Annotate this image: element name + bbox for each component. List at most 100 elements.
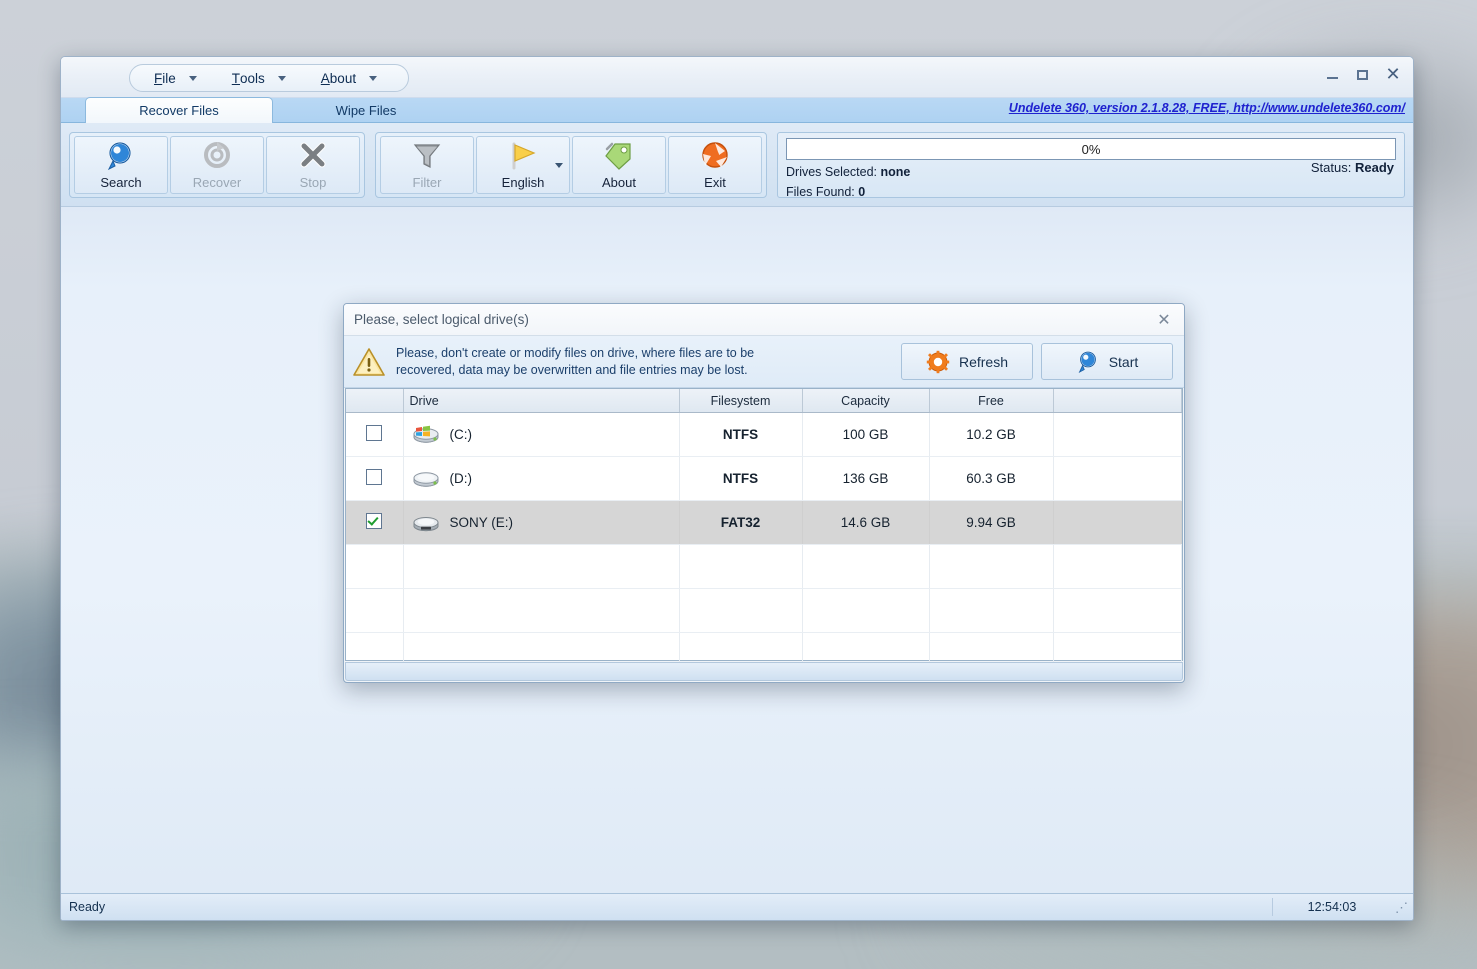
tab-bar: Recover Files Wipe Files Undelete 360, v…: [61, 97, 1413, 123]
column-header-extra[interactable]: [1053, 389, 1182, 413]
tab-wipe-files[interactable]: Wipe Files: [273, 98, 459, 122]
empty-cell: [929, 544, 1054, 589]
windows-drive-icon: [412, 421, 440, 448]
filter-button[interactable]: Filter: [380, 136, 474, 194]
column-header-select[interactable]: [346, 389, 404, 413]
status-bar-time: 12:54:03: [1307, 900, 1357, 914]
toolbar: Search Recover Stop Filter English About…: [61, 123, 1413, 208]
menu-file-chevron-down-icon[interactable]: [182, 67, 204, 89]
menu-file-accel: F: [154, 70, 163, 86]
table-row-empty[interactable]: [346, 588, 1182, 633]
files-found-label: Files Found:: [786, 185, 855, 199]
drives-table: Drive Filesystem Capacity Free (C:) NTFS…: [346, 389, 1182, 677]
column-header-filesystem[interactable]: Filesystem: [679, 389, 803, 413]
dialog-close-icon[interactable]: ✕: [1150, 308, 1178, 332]
empty-cell: [679, 588, 803, 633]
stop-x-icon: [296, 140, 330, 172]
refresh-button[interactable]: Refresh: [901, 343, 1033, 380]
menu-item-file[interactable]: File: [140, 67, 182, 89]
row-free-cell: 60.3 GB: [929, 456, 1054, 501]
row-checkbox-cell[interactable]: [346, 500, 404, 545]
table-row[interactable]: SONY (E:) FAT32 14.6 GB 9.94 GB: [346, 500, 1182, 545]
row-drive-cell: (C:): [403, 412, 680, 457]
stop-button[interactable]: Stop: [266, 136, 360, 194]
column-header-drive[interactable]: Drive: [403, 389, 680, 413]
drives-selected-value: none: [880, 165, 911, 179]
start-button[interactable]: Start: [1041, 343, 1173, 380]
tab-recover-files[interactable]: Recover Files: [85, 97, 273, 123]
dialog-warning-line-1: Please, don't create or modify files on …: [396, 345, 755, 360]
menu-tools-rest: ools: [240, 70, 265, 86]
drives-table-container[interactable]: Drive Filesystem Capacity Free (C:) NTFS…: [345, 388, 1183, 677]
row-extra-cell: [1053, 412, 1182, 457]
dialog-warning-line-2: recovered, data may be overwritten and f…: [396, 362, 748, 377]
hard-drive-icon: [412, 465, 440, 492]
row-free-cell: 9.94 GB: [929, 500, 1054, 545]
funnel-icon: [410, 140, 444, 172]
menu-tools-chevron-down-icon[interactable]: [271, 67, 293, 89]
row-free-cell: 10.2 GB: [929, 412, 1054, 457]
version-link[interactable]: Undelete 360, version 2.1.8.28, FREE, ht…: [1009, 101, 1405, 115]
window-controls: ✕: [1325, 66, 1401, 84]
filter-button-label: Filter: [412, 175, 442, 190]
empty-cell: [802, 588, 930, 633]
drive-checkbox[interactable]: [366, 469, 383, 485]
status-label: Status:: [1310, 160, 1352, 175]
status-bar: Ready 12:54:03: [61, 893, 1413, 920]
toolbar-group-actions: Search Recover Stop: [69, 132, 365, 198]
minimize-button[interactable]: [1325, 67, 1341, 83]
empty-cell: [1053, 544, 1182, 589]
recover-button-label: Recover: [192, 175, 242, 190]
empty-cell: [929, 588, 1054, 633]
select-drives-dialog: Please, select logical drive(s) ✕ Please…: [343, 303, 1185, 683]
search-button-label: Search: [100, 175, 142, 190]
recover-button[interactable]: Recover: [170, 136, 264, 194]
drive-checkbox[interactable]: [366, 425, 383, 441]
about-button[interactable]: About: [572, 136, 666, 194]
exit-button[interactable]: Exit: [668, 136, 762, 194]
close-button[interactable]: ✕: [1385, 66, 1401, 84]
row-checkbox-cell[interactable]: [346, 412, 404, 457]
dialog-action-buttons: Refresh Start: [901, 343, 1173, 380]
menu-tools-accel: T: [231, 70, 241, 86]
maximize-button[interactable]: [1355, 67, 1371, 83]
language-button[interactable]: English: [476, 136, 570, 194]
recover-icon: [200, 140, 234, 172]
row-extra-cell: [1053, 500, 1182, 545]
magnifier-icon: [1076, 350, 1100, 374]
resize-grip-icon[interactable]: [1391, 898, 1413, 916]
row-filesystem-cell: NTFS: [679, 412, 803, 457]
table-row-empty[interactable]: [346, 544, 1182, 589]
drive-label: (D:): [449, 471, 473, 486]
row-capacity-cell: 100 GB: [802, 412, 930, 457]
magnifier-icon: [104, 140, 138, 172]
dialog-title: Please, select logical drive(s): [354, 312, 529, 327]
progress-bar: 0%: [786, 138, 1396, 160]
language-chevron-down-icon[interactable]: [555, 163, 563, 168]
table-row[interactable]: (D:) NTFS 136 GB 60.3 GB: [346, 456, 1182, 501]
menu-item-tools[interactable]: Tools: [218, 67, 271, 89]
refresh-button-label: Refresh: [958, 353, 1009, 370]
shutter-icon: [698, 140, 732, 172]
dialog-footer: [345, 662, 1183, 681]
row-extra-cell: [1053, 456, 1182, 501]
row-checkbox-cell[interactable]: [346, 456, 404, 501]
column-header-free[interactable]: Free: [929, 389, 1054, 413]
column-header-capacity[interactable]: Capacity: [802, 389, 930, 413]
table-row[interactable]: (C:) NTFS 100 GB 10.2 GB: [346, 412, 1182, 457]
status-line: Status: Ready: [1311, 160, 1394, 175]
row-filesystem-cell: NTFS: [679, 456, 803, 501]
menu-item-about[interactable]: About: [307, 67, 362, 89]
drive-label: SONY (E:): [449, 515, 514, 530]
files-found-line: Files Found: 0: [786, 184, 1396, 200]
empty-cell: [679, 544, 803, 589]
start-button-label: Start: [1108, 353, 1139, 370]
menu-about-chevron-down-icon[interactable]: [362, 67, 384, 89]
drive-checkbox[interactable]: [366, 513, 383, 529]
row-drive-cell: (D:): [403, 456, 680, 501]
tag-icon: [602, 140, 636, 172]
search-button[interactable]: Search: [74, 136, 168, 194]
status-bar-message: Ready: [61, 898, 1273, 916]
empty-cell: [403, 544, 680, 589]
menu-about-rest: bout: [329, 70, 357, 86]
